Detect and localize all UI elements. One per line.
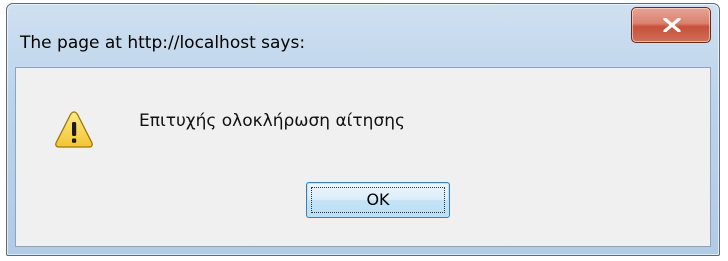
ok-button[interactable]: OK xyxy=(306,182,450,218)
dialog-title: The page at http://localhost says: xyxy=(20,33,306,53)
close-button[interactable] xyxy=(631,7,711,43)
dialog-message: Επιτυχής ολοκλήρωση αίτησης xyxy=(139,111,405,131)
close-icon xyxy=(663,18,681,32)
ok-button-label: OK xyxy=(366,190,390,209)
warning-icon xyxy=(55,111,93,148)
dialog-titlebar[interactable]: The page at http://localhost says: xyxy=(7,4,719,64)
dialog-body: Επιτυχής ολοκλήρωση αίτησης OK xyxy=(15,67,711,247)
alert-dialog: The page at http://localhost says: Επιτυ… xyxy=(6,3,720,256)
